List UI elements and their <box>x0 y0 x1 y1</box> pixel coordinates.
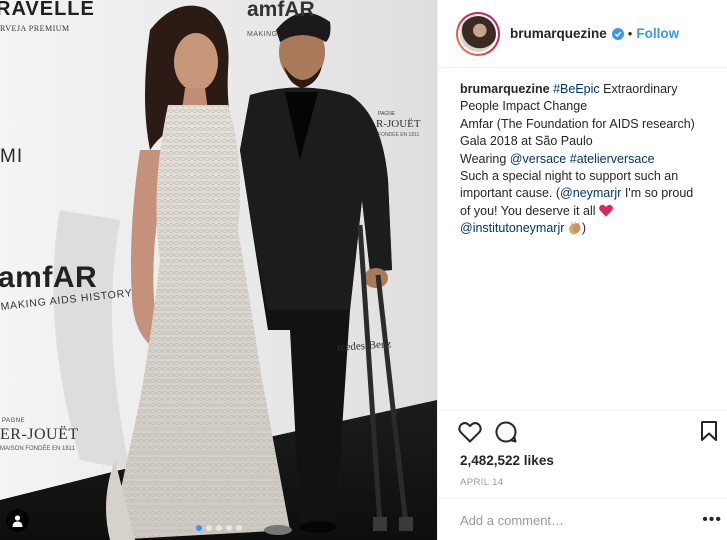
caption-line-3: Amfar (The Foundation for AIDS research) <box>460 116 695 131</box>
actions-divider <box>438 410 727 411</box>
backdrop-perrier-right-sub: FONDÉE EN 1811 <box>378 132 420 138</box>
carousel-dot[interactable] <box>205 525 212 531</box>
backdrop-bravelle-sub: RVEJA PREMIUM <box>0 24 70 33</box>
backdrop-perrier-small-left: PAGNE <box>2 418 26 424</box>
post-date[interactable]: APRIL 14 <box>460 477 504 488</box>
post-panel: brumarquezine • Follow brumarquezine #Be… <box>437 0 727 540</box>
caption-line-5: Wearing @versace #atelierversace <box>460 151 722 168</box>
mention-institutoneymarjr[interactable]: @institutoneymarjr <box>460 221 564 235</box>
comment-bar: ••• <box>438 498 727 540</box>
carousel-dots <box>0 525 437 531</box>
backdrop-bravelle-text: RAVELLE <box>0 0 95 20</box>
caption-text: important cause. ( <box>460 186 561 201</box>
caption-line-8: of you! You deserve it all <box>460 203 722 220</box>
bookmark-icon[interactable] <box>701 421 717 441</box>
hashtag-atelierversace[interactable]: #atelierversace <box>570 152 655 166</box>
caption: brumarquezine #BeEpic Extraordinary Peop… <box>460 81 722 238</box>
backdrop-perrier-right: R-JOUËT <box>376 118 421 130</box>
comment-bubble-icon[interactable] <box>495 421 517 443</box>
backdrop-amfar-top-sub: MAKING <box>247 31 278 38</box>
backdrop-perrier-left-sub: MAISON FONDÉE EN 1811 <box>0 446 75 452</box>
caption-text: of you! You deserve it all <box>460 203 599 218</box>
follow-button[interactable]: Follow <box>636 26 679 41</box>
hashtag-beepic[interactable]: #BeEpic <box>553 82 600 96</box>
likes-count[interactable]: 2,482,522 likes <box>460 453 554 468</box>
avatar-image <box>460 15 496 52</box>
red-heart-icon <box>599 204 613 217</box>
carousel-dot[interactable] <box>195 525 202 531</box>
caption-text: Wearing <box>460 151 510 166</box>
caption-text: Extraordinary <box>599 82 678 96</box>
action-icons <box>458 421 722 447</box>
caption-line-7: important cause. (@neymarjr I'm so proud <box>460 185 722 202</box>
caption-text: I'm so proud <box>621 186 694 201</box>
header-username[interactable]: brumarquezine <box>510 26 607 41</box>
carousel-dot[interactable] <box>225 525 232 531</box>
backdrop-perrier-left: ER-JOUËT <box>0 426 79 443</box>
mention-neymarjr[interactable]: @neymarjr <box>560 186 621 200</box>
caption-username[interactable]: brumarquezine <box>460 82 550 96</box>
post-photo[interactable]: RAVELLE RVEJA PREMIUM amfAR MAKING MI am… <box>0 0 437 540</box>
backdrop-mi-text: MI <box>0 146 24 167</box>
heart-outline-icon[interactable] <box>458 421 482 443</box>
caption-line-4: Gala 2018 at São Paulo <box>460 134 593 149</box>
verified-badge-icon <box>611 27 624 40</box>
caption-line-1: brumarquezine #BeEpic Extraordinary <box>460 81 722 98</box>
header-separator: • <box>627 26 633 41</box>
backdrop-perrier-small-right: PAGNE <box>378 111 396 117</box>
clapping-hands-icon <box>568 221 581 235</box>
carousel-dot[interactable] <box>215 525 222 531</box>
caption-line-2: People Impact Change <box>460 99 588 114</box>
carousel-dot[interactable] <box>235 525 242 531</box>
post-header: brumarquezine • Follow <box>438 0 727 68</box>
more-options-button[interactable]: ••• <box>702 511 722 529</box>
comment-input[interactable] <box>460 513 690 528</box>
backdrop-amfar-top: amfAR <box>247 0 315 21</box>
caption-line-6: Such a special night to support such an <box>460 169 679 184</box>
mention-versace[interactable]: @versace <box>510 152 566 166</box>
backdrop-amfar-logo: amfAR <box>0 261 98 294</box>
avatar[interactable] <box>456 11 500 56</box>
caption-line-9: @institutoneymarjr ) <box>460 221 587 236</box>
